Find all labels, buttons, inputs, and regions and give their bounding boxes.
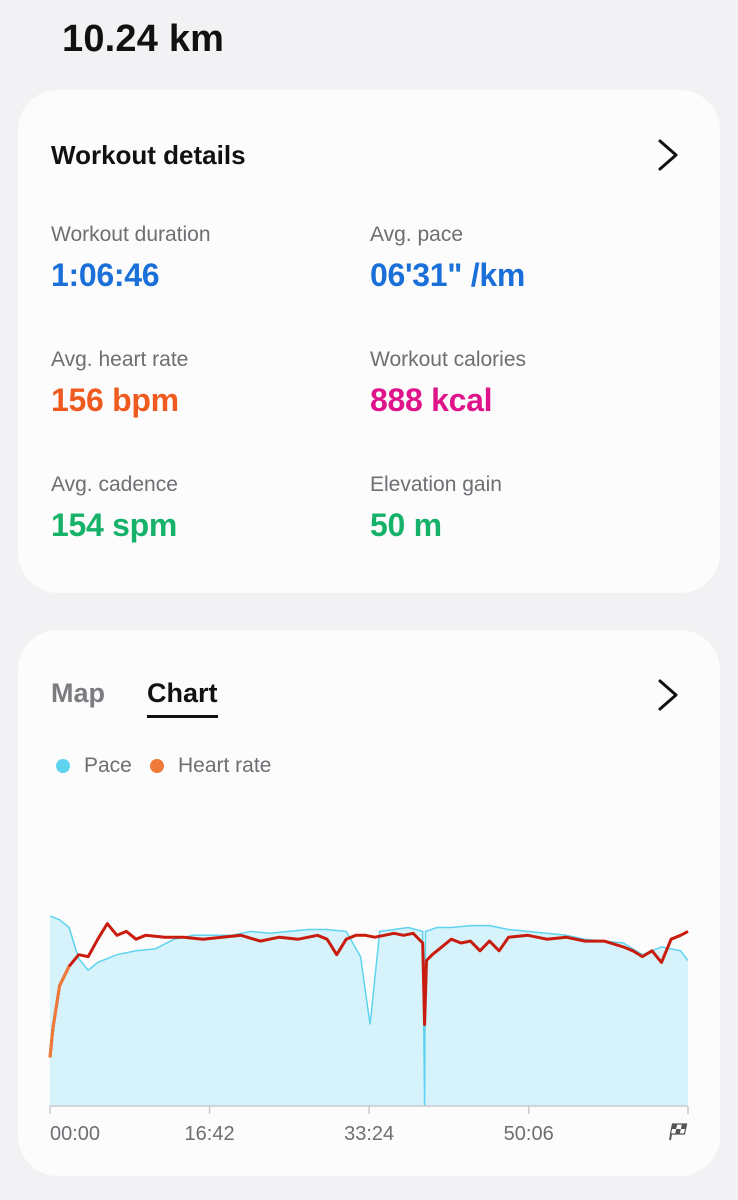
x-tick-label: 33:24: [344, 1123, 394, 1145]
pace-area: [50, 915, 688, 1106]
workout-details-title: Workout details: [51, 140, 246, 170]
stat-workout-calories: Workout calories 888 kcal: [370, 348, 670, 419]
stat-value: 888 kcal: [370, 382, 493, 418]
stat-avg-heart-rate: Avg. heart rate 156 bpm: [51, 348, 351, 419]
stat-avg-cadence: Avg. cadence 154 spm: [51, 473, 351, 544]
stat-value: 154 spm: [51, 507, 177, 543]
workout-details-card[interactable]: Workout details Workout duration 1:06:46…: [18, 90, 720, 593]
stat-label: Workout calories: [370, 348, 527, 371]
x-tick-label: 00:00: [50, 1123, 100, 1145]
chevron-right-icon[interactable]: [652, 135, 682, 175]
stat-label: Avg. cadence: [51, 473, 178, 496]
stat-elevation-gain: Elevation gain 50 m: [370, 473, 670, 544]
stat-label: Avg. pace: [370, 223, 464, 246]
stat-workout-duration: Workout duration 1:06:46: [51, 223, 351, 294]
total-distance: 10.24 km: [62, 18, 225, 60]
chart-card: Map Chart Pace Heart rate 00:00 16:42 33:2…: [18, 630, 720, 1176]
x-tick-label: 50:06: [504, 1123, 554, 1145]
stat-label: Avg. heart rate: [51, 348, 189, 371]
stat-value: 06'31" /km: [370, 257, 526, 293]
checkered-flag-icon: [669, 1123, 688, 1141]
pace-heart-rate-chart[interactable]: 00:00 16:42 33:24 50:06: [18, 630, 720, 1176]
stat-value: 156 bpm: [51, 382, 179, 418]
stat-value: 1:06:46: [51, 257, 160, 293]
x-axis-ticks: 00:00 16:42 33:24 50:06: [49, 1106, 689, 1145]
stat-value: 50 m: [370, 507, 442, 543]
stat-avg-pace: Avg. pace 06'31" /km: [370, 223, 670, 294]
stat-label: Workout duration: [51, 223, 211, 246]
pace-series: [49, 915, 689, 1107]
stat-label: Elevation gain: [370, 473, 502, 496]
x-tick-label: 16:42: [185, 1123, 235, 1145]
